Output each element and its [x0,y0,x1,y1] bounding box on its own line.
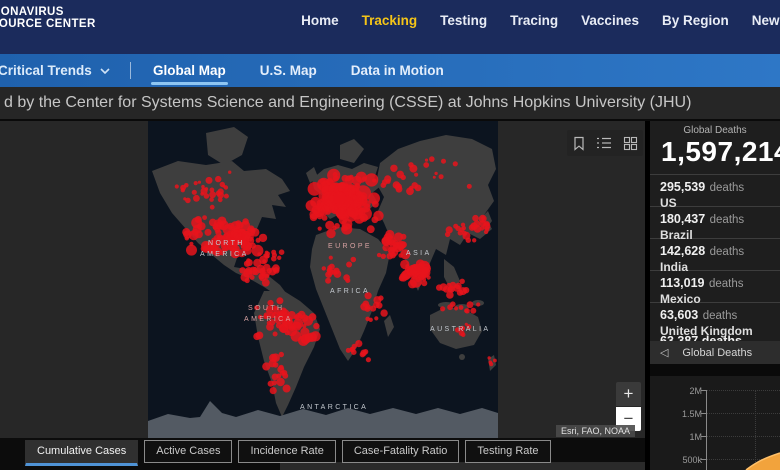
map-zoom-controls: + − [616,382,641,431]
label-antarctica: ANTARCTICA [300,404,368,411]
list-item-partial: 63,387 deaths [650,334,780,341]
nav-item-by-region[interactable]: By Region [662,13,729,28]
dashboard-title-bar: d by the Center for Systems Science and … [0,87,780,121]
nav-item-testing[interactable]: Testing [440,13,487,28]
list-item-india[interactable]: 142,628 deaths India [650,238,780,270]
toggle-label: Global Deaths [668,347,780,359]
global-deaths-total: 1,597,214 [650,136,780,172]
map-panel: NORTH AMERICA SOUTH AMERICA EUROPE AFRIC… [0,121,645,470]
map-toolbar [567,130,643,156]
critical-trends-menu[interactable]: Critical Trends [0,54,110,87]
chevron-down-icon [100,68,110,74]
tab-testing-rate[interactable]: Testing Rate [465,440,550,463]
label-europe: EUROPE [328,243,372,250]
global-deaths-panel: Global Deaths 1,597,214 295,539 deaths U… [645,121,780,470]
tab-global-map[interactable]: Global Map [153,54,226,87]
nav-item-vaccines[interactable]: Vaccines [581,13,639,28]
map-attribution: Esri, FAO, NOAA [556,425,635,437]
legend-list-icon[interactable] [596,136,612,150]
tab-active-cases[interactable]: Active Cases [144,440,232,463]
svg-text:AMERICA: AMERICA [244,316,293,323]
continents [148,127,498,438]
tab-us-map[interactable]: U.S. Map [260,54,317,87]
list-item-us[interactable]: 295,539 deaths US [650,174,780,206]
dashboard-title: d by the Center for Systems Science and … [0,94,691,112]
jhu-covid-dashboard: CORONAVIRUS RESOURCE CENTER Home Trackin… [0,0,780,470]
nav-item-news[interactable]: News [752,13,780,28]
logo-line1: CORONAVIRUS [0,6,96,18]
metric-tabs: Cumulative Cases Active Cases Incidence … [25,440,551,466]
subnav-divider [130,62,131,79]
zoom-in-button[interactable]: + [616,382,641,406]
list-item-brazil[interactable]: 180,437 deaths Brazil [650,206,780,238]
site-logo[interactable]: CORONAVIRUS RESOURCE CENTER [0,6,96,30]
sub-nav-bar: Critical Trends Global Map U.S. Map Data… [0,54,780,87]
global-deaths-chart: 2M 1.5M 1M 500k [650,376,780,470]
label-north-america: NORTH [208,240,245,247]
logo-line2: RESOURCE CENTER [0,18,96,30]
world-map[interactable]: NORTH AMERICA SOUTH AMERICA EUROPE AFRIC… [148,121,498,438]
list-item-united-kingdom[interactable]: 63,603 deaths United Kingdom [650,302,780,334]
tab-data-in-motion[interactable]: Data in Motion [351,54,444,87]
subnav-tabs: Global Map U.S. Map Data in Motion [153,54,444,87]
critical-trends-label: Critical Trends [0,63,92,78]
panel-gap [650,364,780,376]
label-south-america: SOUTH [248,305,285,312]
nav-item-tracking[interactable]: Tracking [362,13,418,28]
nav-item-home[interactable]: Home [301,13,339,28]
basemap-grid-icon[interactable] [623,136,638,151]
label-asia: ASIA [406,250,432,257]
list-item-mexico[interactable]: 113,019 deaths Mexico [650,270,780,302]
deaths-curve [650,376,780,470]
panel-header: Global Deaths [650,125,780,136]
top-nav-links: Home Tracking Testing Tracing Vaccines B… [301,13,780,28]
world-map-svg: NORTH AMERICA SOUTH AMERICA EUROPE AFRIC… [148,121,498,438]
label-africa: AFRICA [330,288,370,295]
top-nav-bar: CORONAVIRUS RESOURCE CENTER Home Trackin… [0,0,780,54]
nav-item-tracing[interactable]: Tracing [510,13,558,28]
svg-text:AMERICA: AMERICA [200,251,249,258]
global-deaths-toggle[interactable]: ◁ Global Deaths [650,341,780,364]
tab-incidence-rate[interactable]: Incidence Rate [238,440,335,463]
collapse-left-icon: ◁ [660,346,668,359]
tab-case-fatality-ratio[interactable]: Case-Fatality Ratio [342,440,460,463]
tab-cumulative-cases[interactable]: Cumulative Cases [25,440,138,466]
label-australia: AUSTRALIA [430,326,491,333]
country-deaths-list: 295,539 deaths US 180,437 deaths Brazil … [650,174,780,334]
bookmark-icon[interactable] [572,136,586,151]
